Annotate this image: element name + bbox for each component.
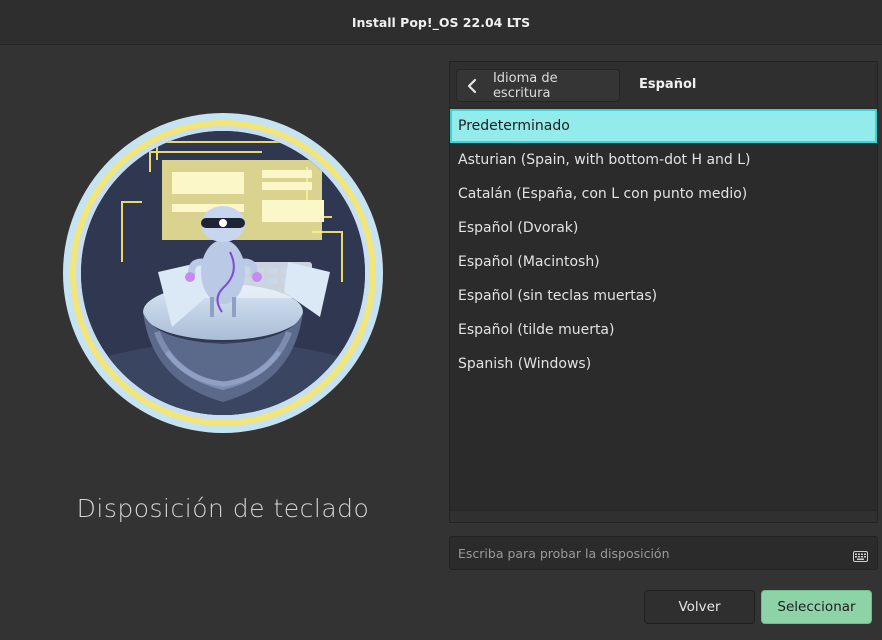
- list-item[interactable]: Español (Macintosh): [450, 245, 877, 279]
- test-input-container: [449, 536, 878, 570]
- keyboard-icon[interactable]: [853, 547, 868, 566]
- chevron-left-icon: [457, 70, 487, 101]
- list-item[interactable]: Catalán (España, con L con punto medio): [450, 177, 877, 211]
- robot-keyboard-illustration: [63, 113, 383, 433]
- back-button-label: Idioma de escritura: [492, 70, 558, 101]
- list-item[interactable]: Español (Dvorak): [450, 211, 877, 245]
- layout-list: Predeterminado Asturian (Spain, with bot…: [450, 109, 877, 381]
- select-button[interactable]: Seleccionar: [761, 590, 872, 624]
- back-button[interactable]: Volver: [644, 590, 755, 624]
- page-title: Disposición de teclado: [76, 494, 370, 523]
- layout-panel: Idioma de escritura Español Predetermina…: [449, 61, 878, 523]
- panel-header: Idioma de escritura Español: [450, 62, 877, 107]
- panel-footer: [450, 510, 877, 522]
- list-item[interactable]: Spanish (Windows): [450, 347, 877, 381]
- window-title: Install Pop!_OS 22.04 LTS: [351, 14, 531, 30]
- back-to-language-button[interactable]: Idioma de escritura: [456, 69, 620, 102]
- list-item[interactable]: Español (tilde muerta): [450, 313, 877, 347]
- list-item[interactable]: Asturian (Spain, with bottom-dot H and L…: [450, 143, 877, 177]
- list-item[interactable]: Español (sin teclas muertas): [450, 279, 877, 313]
- test-layout-input[interactable]: [450, 537, 845, 569]
- current-language: Español: [639, 77, 697, 92]
- list-item[interactable]: Predeterminado: [450, 109, 877, 143]
- title-bar: Install Pop!_OS 22.04 LTS: [0, 0, 882, 45]
